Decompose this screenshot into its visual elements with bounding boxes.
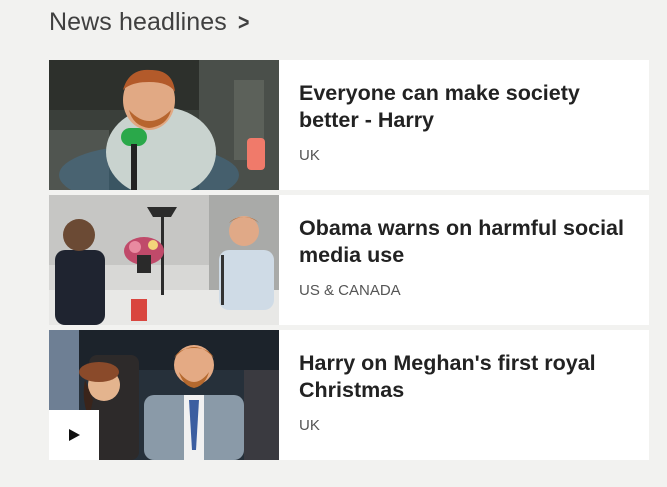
- news-card[interactable]: Obama warns on harmful social media use …: [49, 195, 649, 325]
- news-thumbnail[interactable]: [49, 60, 279, 190]
- headline-title[interactable]: Everyone can make society better - Harry: [299, 80, 629, 134]
- play-button[interactable]: [49, 410, 99, 460]
- photo-icon: [49, 195, 279, 325]
- headline-title[interactable]: Obama warns on harmful social media use: [299, 215, 629, 269]
- news-thumbnail[interactable]: [49, 330, 279, 460]
- category-label[interactable]: US & CANADA: [299, 282, 629, 299]
- news-card[interactable]: Everyone can make society better - Harry…: [49, 60, 649, 190]
- section-header-link[interactable]: News headlines >: [49, 8, 250, 37]
- play-icon: [69, 429, 80, 441]
- category-label[interactable]: UK: [299, 417, 629, 434]
- headline-title[interactable]: Harry on Meghan's first royal Christmas: [299, 350, 629, 404]
- section-title: News headlines: [49, 8, 227, 36]
- news-thumbnail[interactable]: [49, 195, 279, 325]
- news-card[interactable]: Harry on Meghan's first royal Christmas …: [49, 330, 649, 460]
- category-label[interactable]: UK: [299, 147, 629, 164]
- chevron-right-icon: >: [237, 9, 250, 35]
- photo-icon: [49, 60, 279, 190]
